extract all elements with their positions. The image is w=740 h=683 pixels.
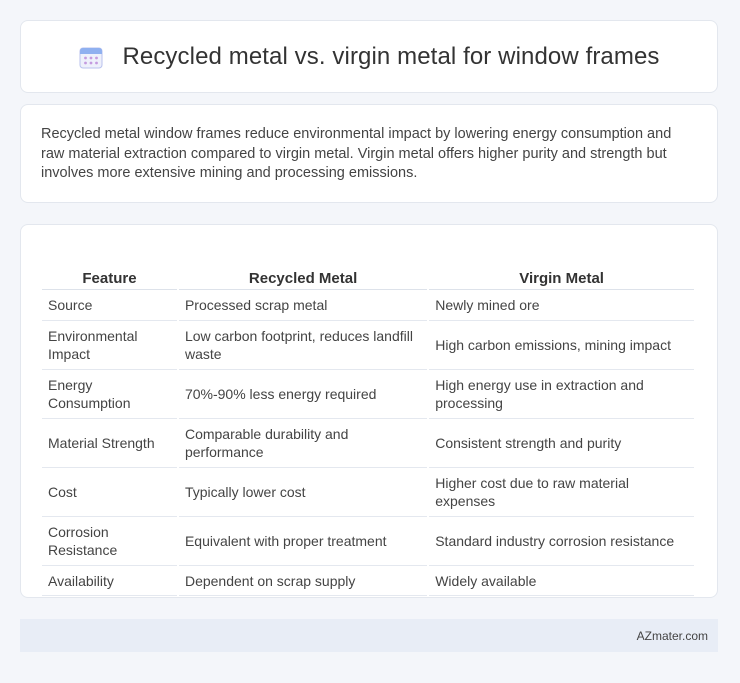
table-row: Source Processed scrap metal Newly mined…	[42, 290, 694, 321]
table-header-row: Feature Recycled Metal Virgin Metal	[42, 245, 694, 290]
title-wrap: Recycled metal vs. virgin metal for wind…	[78, 43, 659, 71]
header-recycled-metal: Recycled Metal	[178, 245, 428, 290]
recycled-cell: 70%-90% less energy required	[178, 370, 428, 419]
feature-cell: Material Strength	[42, 419, 177, 468]
table-row: Availability Dependent on scrap supply W…	[42, 566, 694, 596]
recycled-cell: Comparable durability and performance	[178, 419, 428, 468]
recycled-cell: Typically lower cost	[178, 468, 428, 517]
header-virgin-metal: Virgin Metal	[429, 245, 694, 290]
comparison-table-card: Feature Recycled Metal Virgin Metal Sour…	[20, 224, 718, 598]
recycled-cell: Low carbon footprint, reduces landfill w…	[178, 321, 428, 370]
feature-cell: Environmental Impact	[42, 321, 177, 370]
footer: AZmater.com	[20, 619, 718, 652]
virgin-cell: Standard industry corrosion resistance	[429, 517, 694, 566]
table-row: Material Strength Comparable durability …	[42, 419, 694, 468]
page-title: Recycled metal vs. virgin metal for wind…	[122, 42, 660, 70]
header-feature: Feature	[42, 245, 177, 290]
virgin-cell: High carbon emissions, mining impact	[429, 321, 694, 370]
title-card: Recycled metal vs. virgin metal for wind…	[20, 20, 718, 93]
intro-card: Recycled metal window frames reduce envi…	[20, 104, 718, 203]
feature-cell: Cost	[42, 468, 177, 517]
table-row: Cost Typically lower cost Higher cost du…	[42, 468, 694, 517]
virgin-cell: Higher cost due to raw material expenses	[429, 468, 694, 517]
virgin-cell: Widely available	[429, 566, 694, 596]
table-row: Environmental Impact Low carbon footprin…	[42, 321, 694, 370]
virgin-cell: Newly mined ore	[429, 290, 694, 321]
recycled-cell: Dependent on scrap supply	[178, 566, 428, 596]
calendar-icon	[78, 44, 104, 70]
comparison-table: Feature Recycled Metal Virgin Metal Sour…	[40, 245, 696, 596]
recycled-cell: Equivalent with proper treatment	[178, 517, 428, 566]
virgin-cell: Consistent strength and purity	[429, 419, 694, 468]
table-row: Corrosion Resistance Equivalent with pro…	[42, 517, 694, 566]
intro-text: Recycled metal window frames reduce envi…	[41, 126, 672, 181]
feature-cell: Corrosion Resistance	[42, 517, 177, 566]
feature-cell: Availability	[42, 566, 177, 596]
feature-cell: Source	[42, 290, 177, 321]
footer-brand: AZmater.com	[636, 628, 708, 643]
table-row: Energy Consumption 70%-90% less energy r…	[42, 370, 694, 419]
virgin-cell: High energy use in extraction and proces…	[429, 370, 694, 419]
recycled-cell: Processed scrap metal	[178, 290, 428, 321]
feature-cell: Energy Consumption	[42, 370, 177, 419]
